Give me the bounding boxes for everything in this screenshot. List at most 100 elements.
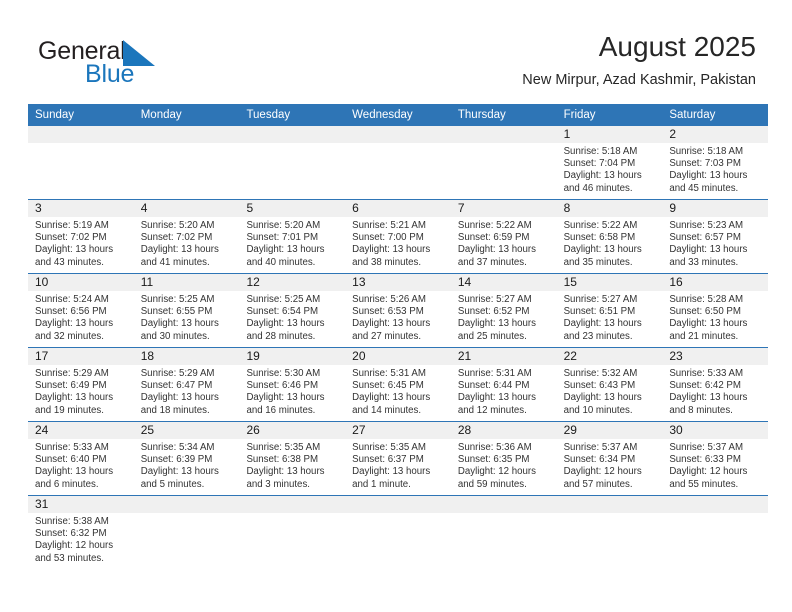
calendar-day-cell[interactable]: 27 Sunrise: 5:35 AM Sunset: 6:37 PM Dayligh… bbox=[345, 422, 451, 495]
sunset-text: Sunset: 6:47 PM bbox=[140, 380, 213, 392]
day-sun-info: Sunrise: 5:20 AM Sunset: 7:02 PM Daylight:… bbox=[134, 217, 240, 273]
calendar-day-cell[interactable]: 28 Sunrise: 5:36 AM Sunset: 6:35 PM Dayligh… bbox=[450, 422, 557, 495]
calendar-day-cell[interactable]: 19 Sunrise: 5:30 AM Sunset: 6:46 PM Dayligh… bbox=[239, 348, 346, 421]
calendar-day-cell[interactable]: 15 Sunrise: 5:27 AM Sunset: 6:51 PM Dayligh… bbox=[556, 274, 663, 347]
calendar-day-cell[interactable]: 12 Sunrise: 5:25 AM Sunset: 6:54 PM Dayligh… bbox=[239, 274, 346, 347]
calendar-week-row: 10 Sunrise: 5:24 AM Sunset: 6:56 PM Dayligh… bbox=[28, 273, 769, 347]
calendar-day-cell[interactable]: 9 Sunrise: 5:23 AM Sunset: 6:57 PM Daylight… bbox=[662, 200, 769, 273]
day-sun-info bbox=[451, 143, 557, 150]
calendar-day-cell[interactable]: 23 Sunrise: 5:33 AM Sunset: 6:42 PM Dayligh… bbox=[662, 348, 769, 421]
calendar-page: General Blue August 2025 New Mirpur, Aza… bbox=[0, 0, 792, 612]
daylight-text-line2: and 55 minutes. bbox=[669, 478, 739, 490]
general-blue-logo[interactable]: General Blue bbox=[38, 38, 218, 90]
day-sun-info: Sunrise: 5:37 AM Sunset: 6:33 PM Daylight:… bbox=[662, 439, 768, 495]
day-sun-info: Sunrise: 5:25 AM Sunset: 6:54 PM Daylight:… bbox=[239, 291, 345, 347]
calendar-day-cell[interactable]: 3 Sunrise: 5:19 AM Sunset: 7:02 PM Daylight… bbox=[28, 200, 134, 273]
calendar-day-cell[interactable]: 18 Sunrise: 5:29 AM Sunset: 6:47 PM Dayligh… bbox=[133, 348, 240, 421]
day-sun-info bbox=[134, 513, 240, 520]
day-number bbox=[450, 496, 557, 513]
daylight-text-line2: and 23 minutes. bbox=[563, 330, 633, 342]
sunrise-text: Sunrise: 5:35 AM bbox=[246, 442, 321, 453]
daylight-text-line2: and 18 minutes. bbox=[140, 404, 210, 416]
daylight-text-line2: and 21 minutes. bbox=[669, 330, 739, 342]
daylight-text-line1: Daylight: 13 hours bbox=[140, 466, 219, 478]
sunset-text: Sunset: 6:58 PM bbox=[563, 232, 636, 244]
calendar-day-cell[interactable]: 21 Sunrise: 5:31 AM Sunset: 6:44 PM Dayligh… bbox=[450, 348, 557, 421]
calendar-day-cell[interactable]: 17 Sunrise: 5:29 AM Sunset: 6:49 PM Dayligh… bbox=[28, 348, 134, 421]
sunrise-text: Sunrise: 5:33 AM bbox=[35, 442, 109, 453]
weekday-header-friday: Friday bbox=[563, 109, 596, 121]
day-sun-info: Sunrise: 5:36 AM Sunset: 6:35 PM Daylight:… bbox=[451, 439, 557, 495]
calendar-day-cell[interactable]: 11 Sunrise: 5:25 AM Sunset: 6:55 PM Dayligh… bbox=[133, 274, 240, 347]
day-number bbox=[239, 496, 346, 513]
daylight-text-line1: Daylight: 13 hours bbox=[35, 244, 114, 256]
daylight-text-line1: Daylight: 13 hours bbox=[457, 244, 536, 256]
calendar-day-cell[interactable]: 8 Sunrise: 5:22 AM Sunset: 6:58 PM Daylight… bbox=[556, 200, 663, 273]
day-number: 8 bbox=[556, 200, 663, 217]
calendar-day-cell[interactable]: 13 Sunrise: 5:26 AM Sunset: 6:53 PM Dayligh… bbox=[345, 274, 451, 347]
calendar-day-cell[interactable]: 16 Sunrise: 5:28 AM Sunset: 6:50 PM Dayligh… bbox=[662, 274, 769, 347]
sunrise-text: Sunrise: 5:21 AM bbox=[352, 220, 426, 231]
calendar-day-cell[interactable]: 22 Sunrise: 5:32 AM Sunset: 6:43 PM Dayligh… bbox=[556, 348, 663, 421]
day-sun-info: Sunrise: 5:35 AM Sunset: 6:38 PM Daylight:… bbox=[239, 439, 345, 495]
day-sun-info: Sunrise: 5:26 AM Sunset: 6:53 PM Daylight:… bbox=[345, 291, 451, 347]
page-subtitle-location: New Mirpur, Azad Kashmir, Pakistan bbox=[522, 72, 756, 88]
daylight-text-line1: Daylight: 13 hours bbox=[246, 466, 325, 478]
calendar-day-cell[interactable]: 31 Sunrise: 5:38 AM Sunset: 6:32 PM Dayligh… bbox=[28, 496, 134, 569]
calendar-day-cell[interactable]: 25 Sunrise: 5:34 AM Sunset: 6:39 PM Dayligh… bbox=[133, 422, 240, 495]
daylight-text-line1: Daylight: 13 hours bbox=[563, 318, 642, 330]
calendar-grid: Sunday Monday Tuesday Wednesday Thursday Frid… bbox=[28, 104, 769, 569]
sunrise-text: Sunrise: 5:25 AM bbox=[246, 294, 321, 305]
day-sun-info: Sunrise: 5:22 AM Sunset: 6:59 PM Daylight:… bbox=[451, 217, 557, 273]
page-title: August 2025 bbox=[598, 31, 756, 62]
title-block: August 2025 New Mirpur, Azad Kashmir, Pa… bbox=[522, 30, 756, 90]
calendar-day-cell[interactable]: 24 Sunrise: 5:33 AM Sunset: 6:40 PM Dayligh… bbox=[28, 422, 134, 495]
day-number: 25 bbox=[133, 422, 240, 439]
daylight-text-line2: and 12 minutes. bbox=[457, 404, 527, 416]
calendar-day-cell[interactable]: 7 Sunrise: 5:22 AM Sunset: 6:59 PM Daylight… bbox=[450, 200, 557, 273]
day-number: 27 bbox=[345, 422, 451, 439]
calendar-day-cell[interactable]: 6 Sunrise: 5:21 AM Sunset: 7:00 PM Daylight… bbox=[345, 200, 451, 273]
sunrise-text: Sunrise: 5:23 AM bbox=[669, 220, 744, 231]
sunrise-text: Sunrise: 5:32 AM bbox=[563, 368, 638, 379]
daylight-text-line2: and 57 minutes. bbox=[563, 478, 633, 490]
sunset-text: Sunset: 6:57 PM bbox=[669, 232, 741, 244]
daylight-text-line2: and 35 minutes. bbox=[563, 256, 633, 268]
sunset-text: Sunset: 6:32 PM bbox=[35, 528, 107, 540]
sunrise-text: Sunrise: 5:31 AM bbox=[457, 368, 532, 379]
calendar-day-cell-empty bbox=[28, 126, 134, 199]
calendar-day-cell[interactable]: 29 Sunrise: 5:37 AM Sunset: 6:34 PM Dayligh… bbox=[556, 422, 663, 495]
calendar-day-cell[interactable]: 14 Sunrise: 5:27 AM Sunset: 6:52 PM Dayligh… bbox=[450, 274, 557, 347]
daylight-text-line1: Daylight: 12 hours bbox=[669, 466, 748, 478]
calendar-day-cell-empty bbox=[239, 496, 346, 569]
daylight-text-line1: Daylight: 13 hours bbox=[140, 318, 219, 330]
day-number: 3 bbox=[28, 200, 134, 217]
sunrise-text: Sunrise: 5:35 AM bbox=[352, 442, 426, 453]
sunrise-text: Sunrise: 5:38 AM bbox=[35, 516, 109, 527]
day-sun-info: Sunrise: 5:27 AM Sunset: 6:52 PM Daylight:… bbox=[451, 291, 557, 347]
sunset-text: Sunset: 6:40 PM bbox=[35, 454, 107, 466]
calendar-day-cell[interactable]: 2 Sunrise: 5:18 AM Sunset: 7:03 PM Daylight… bbox=[662, 126, 769, 199]
masthead: General Blue August 2025 New Mirpur, Aza… bbox=[0, 0, 792, 104]
calendar-day-cell[interactable]: 20 Sunrise: 5:31 AM Sunset: 6:45 PM Dayligh… bbox=[345, 348, 451, 421]
sunset-text: Sunset: 7:01 PM bbox=[246, 232, 319, 244]
calendar-day-cell[interactable]: 5 Sunrise: 5:20 AM Sunset: 7:01 PM Daylight… bbox=[239, 200, 346, 273]
day-number bbox=[556, 496, 663, 513]
calendar-day-cell[interactable]: 1 Sunrise: 5:18 AM Sunset: 7:04 PM Daylight… bbox=[556, 126, 663, 199]
calendar-day-cell[interactable]: 10 Sunrise: 5:24 AM Sunset: 6:56 PM Dayligh… bbox=[28, 274, 134, 347]
sunset-text: Sunset: 6:54 PM bbox=[246, 306, 319, 318]
daylight-text-line1: Daylight: 13 hours bbox=[35, 466, 114, 478]
day-sun-info: Sunrise: 5:28 AM Sunset: 6:50 PM Daylight:… bbox=[662, 291, 768, 347]
daylight-text-line2: and 46 minutes. bbox=[563, 182, 633, 194]
day-number: 16 bbox=[662, 274, 769, 291]
day-sun-info: Sunrise: 5:25 AM Sunset: 6:55 PM Daylight:… bbox=[134, 291, 240, 347]
daylight-text-line1: Daylight: 13 hours bbox=[352, 392, 431, 404]
calendar-day-cell[interactable]: 4 Sunrise: 5:20 AM Sunset: 7:02 PM Daylight… bbox=[133, 200, 240, 273]
calendar-day-cell[interactable]: 30 Sunrise: 5:37 AM Sunset: 6:33 PM Dayligh… bbox=[662, 422, 769, 495]
calendar-day-cell[interactable]: 26 Sunrise: 5:35 AM Sunset: 6:38 PM Dayligh… bbox=[239, 422, 346, 495]
sunrise-text: Sunrise: 5:37 AM bbox=[563, 442, 638, 453]
calendar-week-row: 24 Sunrise: 5:33 AM Sunset: 6:40 PM Dayligh… bbox=[28, 421, 769, 495]
daylight-text-line1: Daylight: 13 hours bbox=[352, 244, 431, 256]
day-number: 29 bbox=[556, 422, 663, 439]
day-sun-info: Sunrise: 5:20 AM Sunset: 7:01 PM Daylight:… bbox=[239, 217, 345, 273]
